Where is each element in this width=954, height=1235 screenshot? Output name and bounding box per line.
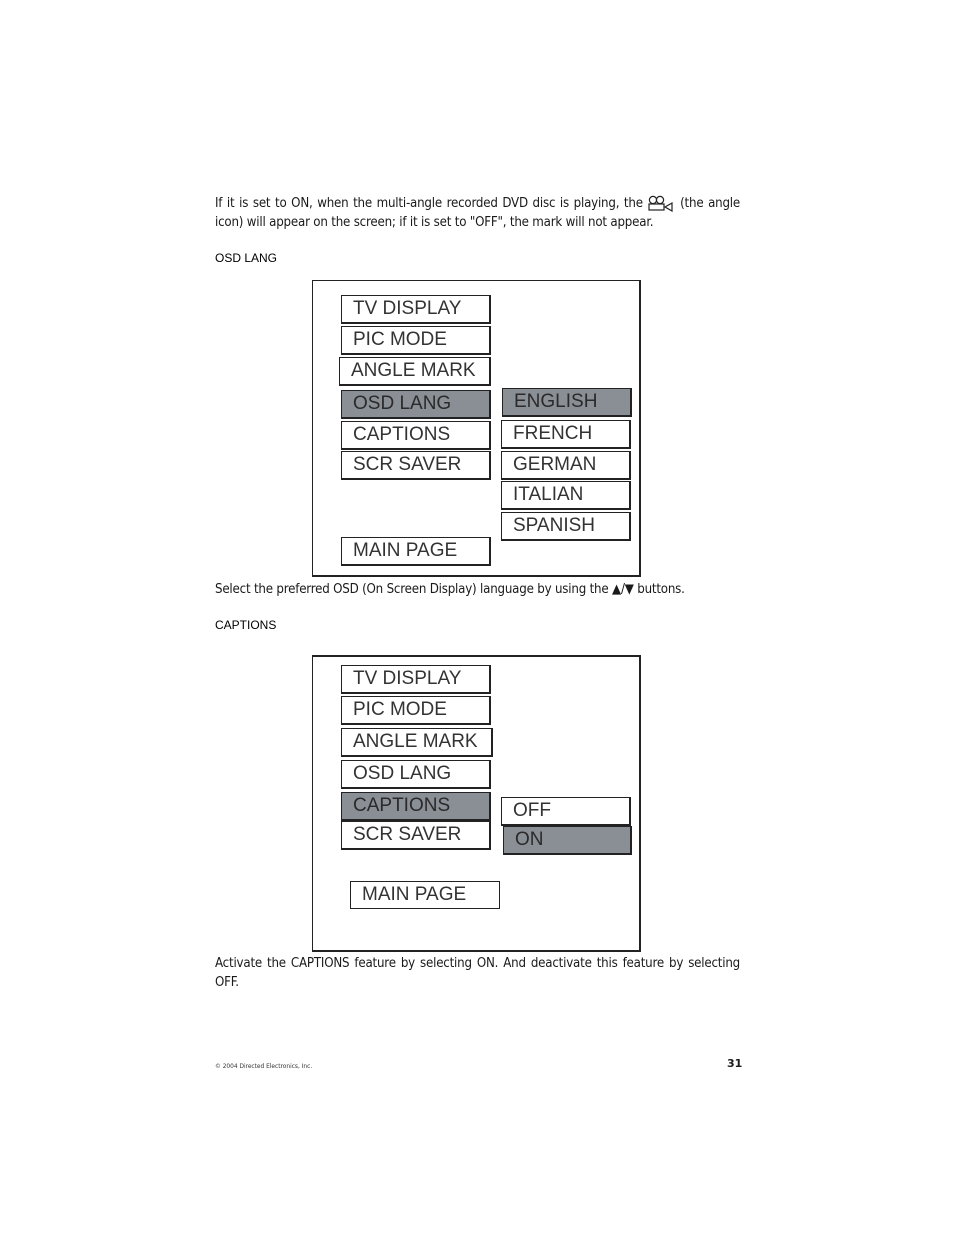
option-spanish[interactable]: SPANISH [501,512,631,541]
menu-item-pic-mode[interactable]: PIC MODE [341,696,491,725]
menu-item-angle-mark[interactable]: ANGLE MARK [339,357,491,386]
captions-description: Activate the CAPTIONS feature by selecti… [215,956,740,990]
option-italian[interactable]: ITALIAN [501,481,631,510]
menu-item-captions[interactable]: CAPTIONS [341,792,491,821]
captions-menu-screen: TV DISPLAY PIC MODE ANGLE MARK OSD LANG … [312,655,641,952]
section-heading-captions: CAPTIONS [215,618,277,632]
menu-item-angle-mark[interactable]: ANGLE MARK [341,728,493,757]
copyright: © 2004 Directed Electronics, Inc. [215,1062,313,1070]
menu-item-osd-lang[interactable]: OSD LANG [341,760,491,789]
menu-item-osd-lang[interactable]: OSD LANG [341,390,491,419]
menu-item-pic-mode[interactable]: PIC MODE [341,326,491,355]
intro-paragraph: If it is set to ON, when the multi-angle… [215,194,740,232]
option-off[interactable]: OFF [501,797,631,826]
intro-text-before: If it is set to ON, when the multi-angle… [215,196,643,211]
menu-item-captions[interactable]: CAPTIONS [341,421,491,450]
osd-lang-menu-screen: TV DISPLAY PIC MODE ANGLE MARK OSD LANG … [312,280,641,577]
option-german[interactable]: GERMAN [501,451,631,480]
option-french[interactable]: FRENCH [501,420,631,449]
menu-item-tv-display[interactable]: TV DISPLAY [341,665,491,694]
option-on[interactable]: ON [503,826,632,855]
menu-item-scr-saver[interactable]: SCR SAVER [341,821,491,850]
menu-item-tv-display[interactable]: TV DISPLAY [341,295,491,324]
angle-icon [647,195,675,212]
page-number: 31 [727,1057,743,1070]
main-page-button[interactable]: MAIN PAGE [350,881,500,909]
option-english[interactable]: ENGLISH [502,388,632,417]
osd-lang-description: Select the preferred OSD (On Screen Disp… [215,582,685,597]
main-page-button[interactable]: MAIN PAGE [341,537,491,566]
menu-item-scr-saver[interactable]: SCR SAVER [341,451,491,480]
section-heading-osd-lang: OSD LANG [215,251,278,265]
